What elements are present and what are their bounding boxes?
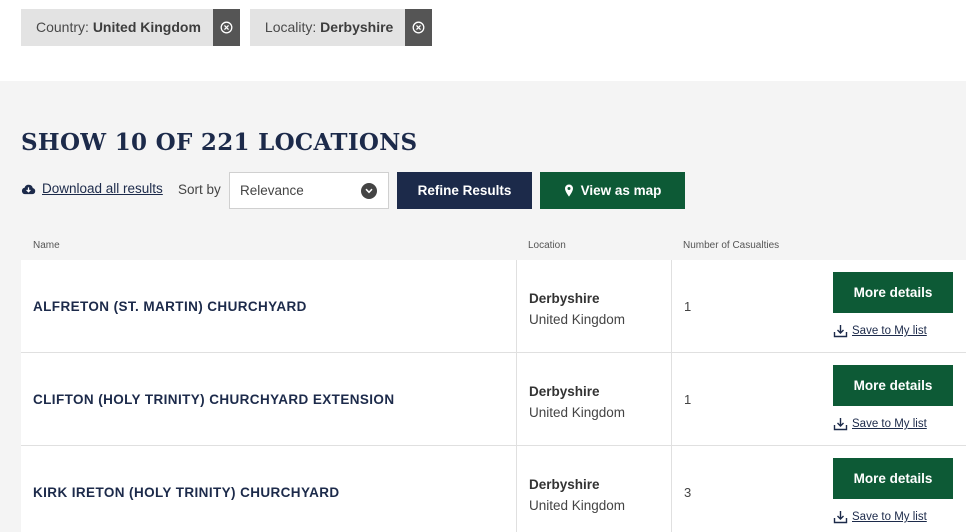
filter-chip-label: Locality: Derbyshire — [264, 19, 394, 35]
close-circle-icon — [220, 21, 233, 34]
view-as-map-label: View as map — [580, 183, 662, 198]
sort-select[interactable]: Relevance — [229, 172, 389, 209]
sort-select-value: Relevance — [240, 183, 304, 198]
save-to-list-link[interactable]: Save to My list — [833, 510, 927, 524]
table-row: ALFRETON (ST. MARTIN) CHURCHYARD Derbysh… — [21, 260, 966, 353]
location-name: CLIFTON (HOLY TRINITY) CHURCHYARD EXTENS… — [33, 392, 395, 407]
column-divider — [671, 446, 672, 532]
results-table: ALFRETON (ST. MARTIN) CHURCHYARD Derbysh… — [21, 260, 966, 532]
save-to-list-link[interactable]: Save to My list — [833, 324, 927, 338]
save-download-icon — [833, 418, 848, 431]
column-divider — [671, 353, 672, 446]
location-name: ALFRETON (ST. MARTIN) CHURCHYARD — [33, 299, 307, 314]
save-to-list-label: Save to My list — [852, 325, 927, 337]
save-download-icon — [833, 511, 848, 524]
more-details-button[interactable]: More details — [833, 365, 953, 406]
table-row: CLIFTON (HOLY TRINITY) CHURCHYARD EXTENS… — [21, 353, 966, 446]
casualties-count: 3 — [684, 485, 692, 500]
cloud-download-icon — [21, 184, 36, 194]
results-section: SHOW 10 OF 221 LOCATIONS Download all re… — [0, 81, 966, 532]
location-cell: Derbyshire United Kingdom — [529, 384, 626, 420]
remove-filter-button[interactable] — [405, 9, 433, 46]
column-divider — [516, 260, 517, 353]
column-header-casualties: Number of Casualties — [683, 240, 780, 251]
filter-chip-locality: Locality: Derbyshire — [249, 9, 433, 46]
save-to-list-label: Save to My list — [852, 418, 927, 430]
more-details-button[interactable]: More details — [833, 458, 953, 499]
active-filters: Country: United Kingdom Locality: Derbys… — [21, 9, 433, 46]
results-heading: SHOW 10 OF 221 LOCATIONS — [21, 129, 418, 156]
save-to-list-link[interactable]: Save to My list — [833, 417, 927, 431]
casualties-count: 1 — [684, 392, 692, 407]
chevron-down-icon — [361, 183, 377, 199]
filter-chip-label: Country: United Kingdom — [36, 19, 201, 35]
more-details-button[interactable]: More details — [833, 272, 953, 313]
column-divider — [671, 260, 672, 353]
table-row: KIRK IRETON (HOLY TRINITY) CHURCHYARD De… — [21, 446, 966, 532]
column-header-name: Name — [33, 240, 60, 251]
location-cell: Derbyshire United Kingdom — [529, 477, 626, 513]
casualties-count: 1 — [684, 299, 692, 314]
close-circle-icon — [412, 21, 425, 34]
download-all-link[interactable]: Download all results — [21, 181, 163, 196]
location-cell: Derbyshire United Kingdom — [529, 291, 626, 327]
column-divider — [516, 446, 517, 532]
column-header-location: Location — [528, 240, 566, 251]
column-divider — [516, 353, 517, 446]
view-as-map-button[interactable]: View as map — [540, 172, 685, 209]
refine-results-button[interactable]: Refine Results — [397, 172, 532, 209]
filter-chip-country: Country: United Kingdom — [21, 9, 240, 46]
remove-filter-button[interactable] — [212, 9, 240, 46]
save-to-list-label: Save to My list — [852, 511, 927, 523]
map-pin-icon — [564, 184, 573, 197]
sort-by-label: Sort by — [178, 182, 221, 197]
location-name: KIRK IRETON (HOLY TRINITY) CHURCHYARD — [33, 485, 340, 500]
download-all-label: Download all results — [42, 181, 163, 196]
save-download-icon — [833, 325, 848, 338]
results-toolbar: Download all results Sort by Relevance R… — [21, 172, 721, 209]
